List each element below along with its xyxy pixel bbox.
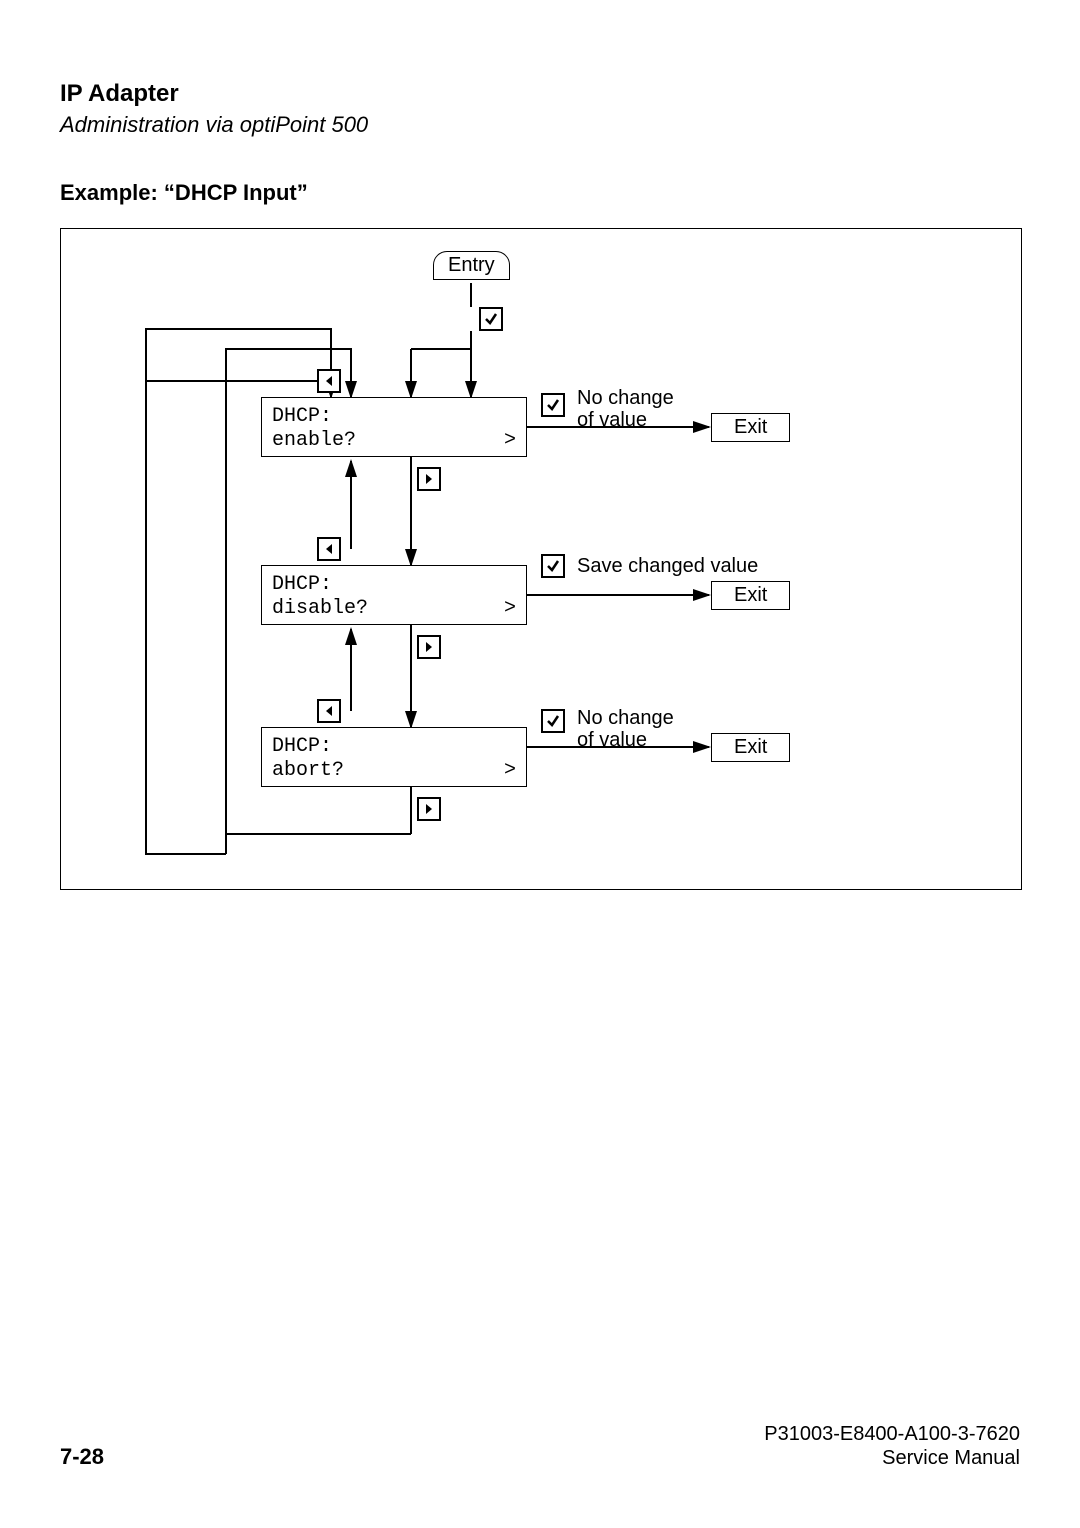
left-arrow-icon: [317, 699, 341, 723]
page-header: IP Adapter Administration via optiPoint …: [60, 80, 1020, 138]
disable-line2: disable?: [272, 597, 368, 620]
check-icon: [479, 307, 503, 331]
abort-line1: DHCP:: [272, 735, 332, 758]
entry-label: Entry: [448, 254, 495, 276]
enable-line1: DHCP:: [272, 405, 332, 428]
doc-type: Service Manual: [882, 1447, 1020, 1469]
header-title: IP Adapter: [60, 80, 1020, 108]
page-number: 7-28: [60, 1444, 104, 1470]
page: IP Adapter Administration via optiPoint …: [0, 0, 1080, 1528]
check-icon: [541, 554, 565, 578]
exit-node-3: Exit: [711, 733, 790, 762]
nochange-label-2: No change of value: [577, 707, 674, 751]
dhcp-abort-box: DHCP: abort? >: [261, 727, 527, 787]
footer-docinfo: P31003-E8400-A100-3-7620 Service Manual: [764, 1422, 1020, 1470]
enable-suffix: >: [504, 429, 516, 452]
right-arrow-icon: [417, 635, 441, 659]
save-label: Save changed value: [577, 555, 758, 577]
right-arrow-icon: [417, 467, 441, 491]
disable-line1: DHCP:: [272, 573, 332, 596]
disable-suffix: >: [504, 597, 516, 620]
exit-node-1: Exit: [711, 413, 790, 442]
enable-line2: enable?: [272, 429, 356, 452]
exit-node-2: Exit: [711, 581, 790, 610]
left-arrow-icon: [317, 369, 341, 393]
dhcp-disable-box: DHCP: disable? >: [261, 565, 527, 625]
check-icon: [541, 709, 565, 733]
abort-line2: abort?: [272, 759, 344, 782]
doc-id: P31003-E8400-A100-3-7620: [764, 1423, 1020, 1445]
check-icon: [541, 393, 565, 417]
example-heading: Example: “DHCP Input”: [60, 180, 308, 206]
abort-suffix: >: [504, 759, 516, 782]
nochange-label-1: No change of value: [577, 387, 674, 431]
dhcp-enable-box: DHCP: enable? >: [261, 397, 527, 457]
left-arrow-icon: [317, 537, 341, 561]
right-arrow-icon: [417, 797, 441, 821]
header-subtitle: Administration via optiPoint 500: [60, 112, 1020, 138]
flow-diagram: Entry DHCP: enable?> No change of value …: [60, 228, 1022, 890]
entry-node: Entry: [433, 251, 510, 280]
